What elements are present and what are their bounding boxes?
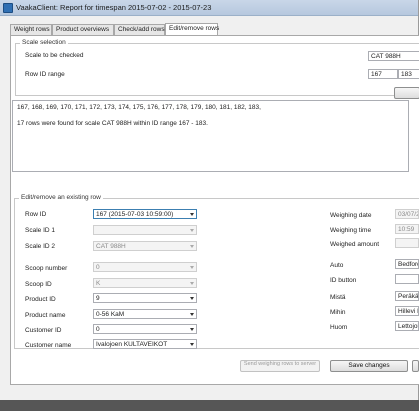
weighing-time-label: Weighing time xyxy=(330,227,372,234)
customer-id-label: Customer ID xyxy=(25,327,62,334)
taskbar-strip xyxy=(0,400,419,411)
tab-product-overviews[interactable]: Product overviews xyxy=(52,24,114,35)
scale-label: Scale to be checked xyxy=(25,52,84,59)
chevron-down-icon xyxy=(190,343,194,346)
customer-name-value: Ivalojoen KULTAVEIKOT xyxy=(96,341,168,348)
weighed-amount-label: Weighed amount xyxy=(330,241,380,248)
customer-name-select[interactable]: Ivalojoen KULTAVEIKOT xyxy=(93,339,197,349)
scale-id2-label: Scale ID 2 xyxy=(25,243,55,250)
customer-id-value: 0 xyxy=(96,326,100,333)
scoop-id-select[interactable]: K xyxy=(93,278,197,288)
product-id-value: 9 xyxy=(96,295,100,302)
customer-id-select[interactable]: 0 xyxy=(93,324,197,334)
save-changes-button[interactable]: Save changes xyxy=(330,360,408,372)
app-window: VaakaClient: Report for timespan 2015-07… xyxy=(0,0,419,400)
weighed-amount-input[interactable] xyxy=(395,238,419,248)
search-button[interactable] xyxy=(394,87,419,99)
scale-selection-legend: Scale selection xyxy=(20,39,68,46)
scale-selection-group: Scale selection xyxy=(15,39,419,96)
auto-input[interactable]: Bedford xyxy=(395,259,419,269)
mista-label: Mistä xyxy=(330,294,346,301)
scale-id1-select[interactable] xyxy=(93,225,197,235)
scoop-number-label: Scoop number xyxy=(25,265,68,272)
mihin-label: Mihin xyxy=(330,309,346,316)
weighing-date-input[interactable]: 03/07/2015 xyxy=(395,209,419,219)
row-id-select-value: 167 (2015-07-03 10:59:00) xyxy=(96,211,174,218)
scale-id2-value: CAT 988H xyxy=(96,243,126,250)
auto-label: Auto xyxy=(330,262,344,269)
app-icon xyxy=(3,3,13,13)
row-id-label: Row ID xyxy=(25,211,47,218)
weighing-date-label: Weighing date xyxy=(330,212,372,219)
edit-row-group: Edit/remove an existing row xyxy=(14,194,419,349)
chevron-down-icon xyxy=(190,328,194,331)
customer-name-label: Customer name xyxy=(25,342,72,349)
product-name-value: 0-56 KaM xyxy=(96,311,125,318)
chevron-down-icon xyxy=(190,266,194,269)
row-id-select[interactable]: 167 (2015-07-03 10:59:00) xyxy=(93,209,197,219)
send-weighing-rows-button[interactable]: Send weighing rows to server xyxy=(240,360,320,372)
product-id-label: Product ID xyxy=(25,296,56,303)
results-textarea[interactable]: 167, 168, 169, 170, 171, 172, 173, 174, … xyxy=(12,100,409,172)
mista-input[interactable]: Peräkäng xyxy=(395,291,419,301)
results-ids-line: 167, 168, 169, 170, 171, 172, 173, 174, … xyxy=(17,104,261,111)
scale-id1-label: Scale ID 1 xyxy=(25,227,55,234)
edit-row-legend: Edit/remove an existing row xyxy=(19,194,103,201)
tab-check-add-rows[interactable]: Check/add rows xyxy=(114,24,165,35)
scoop-number-select[interactable]: 0 xyxy=(93,262,197,272)
tab-weight-rows[interactable]: Weight rows xyxy=(10,24,52,35)
product-name-label: Product name xyxy=(25,312,66,319)
range-label: Row ID range xyxy=(25,71,65,78)
scoop-number-value: 0 xyxy=(96,264,100,271)
title-bar: VaakaClient: Report for timespan 2015-07… xyxy=(0,0,418,16)
window-title: VaakaClient: Report for timespan 2015-07… xyxy=(16,3,212,12)
remove-row-button[interactable] xyxy=(412,360,419,372)
huom-input[interactable]: Lettojoki xyxy=(395,321,419,331)
scoop-id-value: K xyxy=(96,280,101,287)
range-from-input[interactable]: 167 xyxy=(368,69,398,79)
weighing-time-input[interactable]: 10:59 xyxy=(395,224,419,234)
chevron-down-icon xyxy=(190,282,194,285)
range-to-input[interactable]: 183 xyxy=(398,69,419,79)
scale-id2-select[interactable]: CAT 988H xyxy=(93,241,197,251)
chevron-down-icon xyxy=(190,229,194,232)
id-button-input[interactable] xyxy=(395,274,419,284)
scale-select-value: CAT 988H xyxy=(371,53,401,60)
product-id-select[interactable]: 9 xyxy=(93,293,197,303)
chevron-down-icon xyxy=(190,245,194,248)
product-name-select[interactable]: 0-56 KaM xyxy=(93,309,197,319)
id-button-label: ID button xyxy=(330,277,357,284)
huom-label: Huom xyxy=(330,324,348,331)
scoop-id-label: Scoop ID xyxy=(25,281,52,288)
chevron-down-icon xyxy=(190,213,194,216)
mihin-input[interactable]: Hillevi H xyxy=(395,306,419,316)
scale-select[interactable]: CAT 988H xyxy=(368,51,419,61)
chevron-down-icon xyxy=(190,313,194,316)
results-summary-line: 17 rows were found for scale CAT 988H wi… xyxy=(17,120,208,127)
chevron-down-icon xyxy=(190,297,194,300)
